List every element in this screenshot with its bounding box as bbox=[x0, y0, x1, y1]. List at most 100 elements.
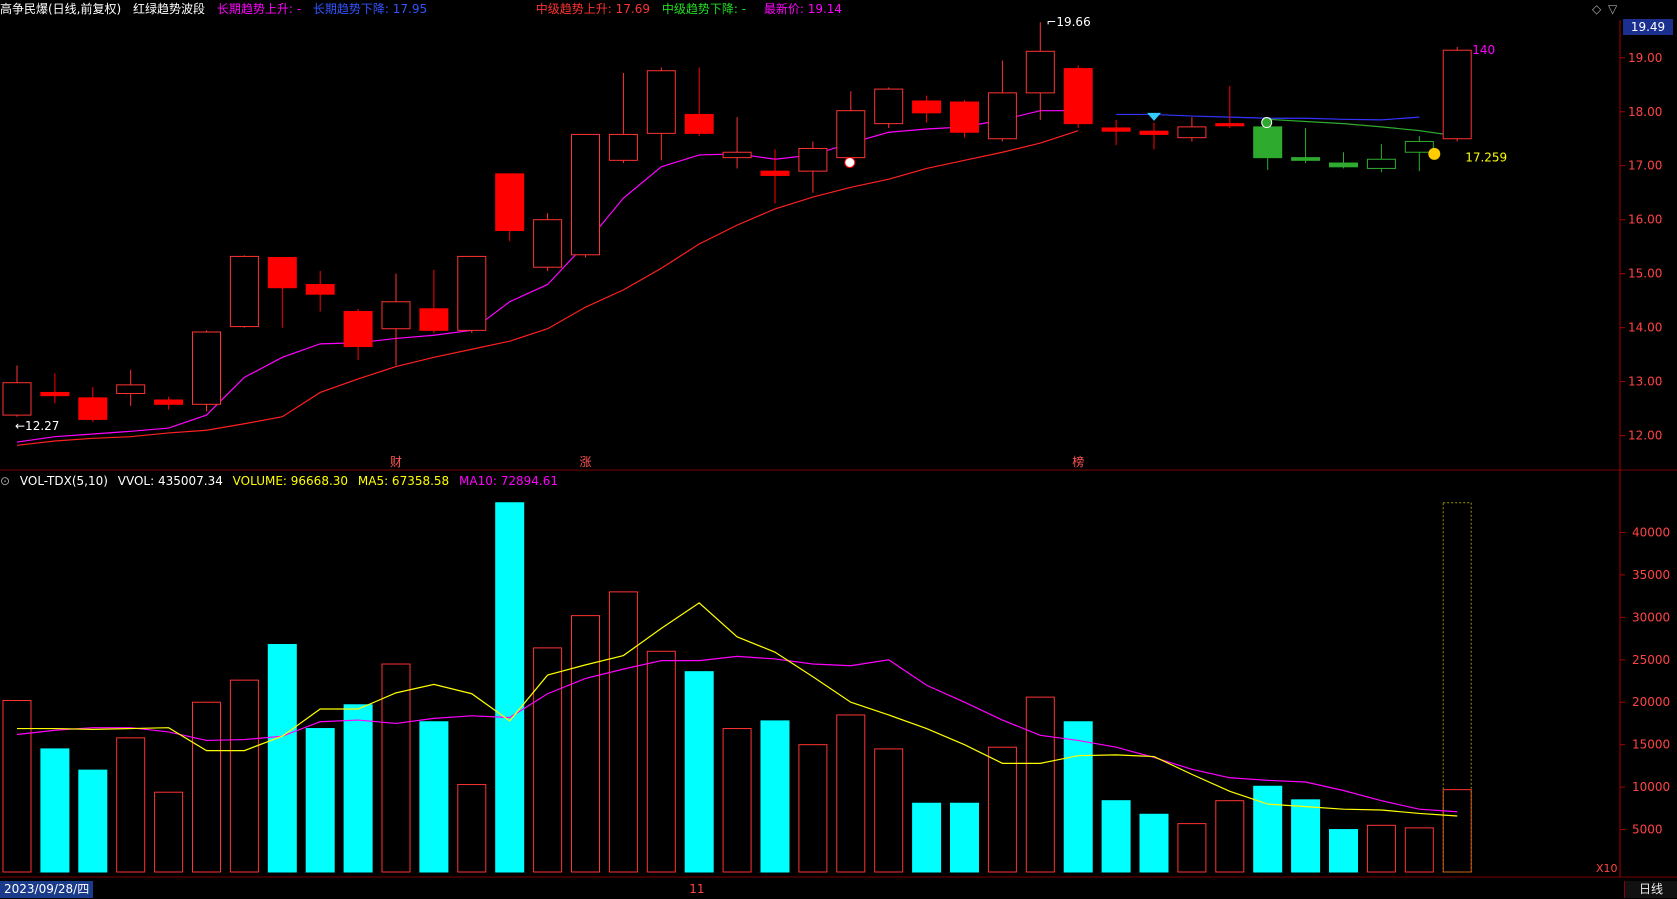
candle-body bbox=[1291, 157, 1321, 161]
stock-title[interactable]: 高争民爆(日线,前复权) bbox=[0, 2, 121, 16]
chart-canvas: 12.00 13.00 14.00 15.00 16.00 17.00 18.00 19.00… bbox=[0, 15, 1677, 896]
candle-body bbox=[1442, 49, 1472, 140]
candle-body bbox=[381, 301, 411, 330]
candle-body bbox=[987, 92, 1017, 140]
volume-bar bbox=[798, 744, 828, 873]
volume-bar bbox=[116, 737, 146, 873]
candle bbox=[154, 396, 184, 410]
volume-bar bbox=[1253, 785, 1283, 873]
candle bbox=[78, 387, 108, 423]
candle bbox=[305, 270, 335, 312]
candle-body bbox=[229, 255, 259, 328]
volume-bar bbox=[1329, 829, 1358, 873]
candle bbox=[229, 255, 259, 328]
candle bbox=[267, 256, 297, 328]
candle-body bbox=[419, 308, 449, 331]
volume-value: VOLUME: 96668.30 bbox=[232, 474, 349, 488]
volume-bar bbox=[912, 802, 942, 873]
volume-tick-label: 40000 bbox=[1632, 525, 1670, 539]
indicator-name[interactable]: 红绿趋势波段 bbox=[133, 2, 205, 16]
volume-bar bbox=[1063, 721, 1093, 873]
volume-bar bbox=[1215, 800, 1245, 873]
candle bbox=[571, 133, 600, 258]
candle-body bbox=[1404, 140, 1434, 153]
candle bbox=[343, 308, 373, 361]
volume-bar bbox=[419, 721, 449, 873]
volume-bar bbox=[267, 643, 297, 873]
candle bbox=[950, 99, 979, 138]
volume-bar bbox=[608, 591, 638, 873]
current-price-tag: 19.49 bbox=[1623, 19, 1673, 35]
buy-point-icon bbox=[844, 156, 856, 168]
volume-bar bbox=[874, 748, 904, 873]
candle-body bbox=[912, 100, 942, 114]
candle-body bbox=[1177, 126, 1207, 139]
volume-bar bbox=[78, 769, 108, 873]
short-trend-line bbox=[16, 110, 1079, 443]
candle-body bbox=[1025, 50, 1055, 94]
candle-body bbox=[1366, 158, 1396, 169]
candle-body bbox=[874, 88, 904, 125]
candle-body bbox=[457, 255, 487, 331]
candle bbox=[1253, 125, 1283, 171]
price-tick-label: 15.00 bbox=[1628, 267, 1662, 281]
volume-bar bbox=[836, 714, 866, 873]
volume-bar bbox=[192, 701, 221, 873]
volume-bar bbox=[1404, 827, 1434, 873]
mid-up-label: 中级趋势上升: 17.69 bbox=[535, 2, 650, 16]
price-tick-label: 19.00 bbox=[1628, 51, 1662, 65]
price-tick-label: 14.00 bbox=[1628, 321, 1662, 335]
volume-bar bbox=[987, 746, 1017, 873]
volume-bar bbox=[1101, 800, 1131, 873]
candle-body bbox=[192, 331, 221, 405]
candle bbox=[912, 95, 942, 123]
candle bbox=[192, 330, 221, 412]
price-tick-label: 18.00 bbox=[1628, 105, 1662, 119]
diamond-icon[interactable]: ◇ bbox=[1592, 2, 1601, 16]
candle bbox=[646, 67, 676, 161]
candle-body bbox=[343, 310, 373, 348]
candle bbox=[533, 213, 563, 271]
event-marker: 财 bbox=[390, 455, 402, 469]
volume-bar bbox=[381, 663, 411, 873]
candle-body bbox=[836, 110, 866, 159]
volume-tick-label: 5000 bbox=[1632, 823, 1663, 837]
volume-bar bbox=[457, 784, 487, 873]
candle bbox=[1291, 127, 1321, 164]
period-button[interactable]: 日线 bbox=[1624, 881, 1677, 898]
scale-x10-label: X10 bbox=[1596, 862, 1618, 875]
volume-bar bbox=[40, 748, 70, 873]
volume-bar bbox=[343, 704, 373, 873]
candle bbox=[798, 141, 828, 193]
volume-bar bbox=[305, 728, 335, 873]
collapse-icon[interactable]: ⊙ bbox=[0, 474, 10, 488]
ma10-value: MA10: 72894.61 bbox=[459, 474, 558, 488]
vvol-value: VVOL: 435007.34 bbox=[117, 474, 223, 488]
candle-body bbox=[533, 219, 563, 268]
candle bbox=[1063, 65, 1093, 128]
candle bbox=[1025, 22, 1055, 120]
candle-body bbox=[646, 70, 676, 134]
mid-down-label: 中级趋势下降: - bbox=[661, 2, 747, 16]
volume-bar bbox=[571, 615, 600, 873]
volume-bar bbox=[229, 679, 259, 873]
low-annotation: ←12.27 bbox=[15, 419, 59, 433]
volume-header: ⊙ VOL-TDX(5,10) VVOL: 435007.34 VOLUME: … bbox=[0, 474, 564, 488]
menu-toggle-icon[interactable]: ▽ bbox=[1608, 2, 1617, 16]
candle bbox=[1101, 119, 1131, 146]
candle bbox=[116, 369, 146, 406]
candle bbox=[836, 91, 866, 161]
volume-tick-label: 10000 bbox=[1632, 780, 1670, 794]
price-tick-label: 13.00 bbox=[1628, 375, 1662, 389]
volume-bar bbox=[760, 720, 790, 873]
candle bbox=[1215, 85, 1245, 128]
candle bbox=[684, 67, 714, 137]
volume-indicator-name[interactable]: VOL-TDX(5,10) bbox=[20, 474, 108, 488]
volume-bar bbox=[684, 671, 714, 873]
candle bbox=[495, 173, 525, 242]
candle-body bbox=[571, 133, 600, 256]
candle-body bbox=[78, 397, 108, 420]
volume-tick-label: 25000 bbox=[1632, 653, 1670, 667]
candle bbox=[1139, 122, 1169, 150]
candle bbox=[987, 60, 1017, 142]
